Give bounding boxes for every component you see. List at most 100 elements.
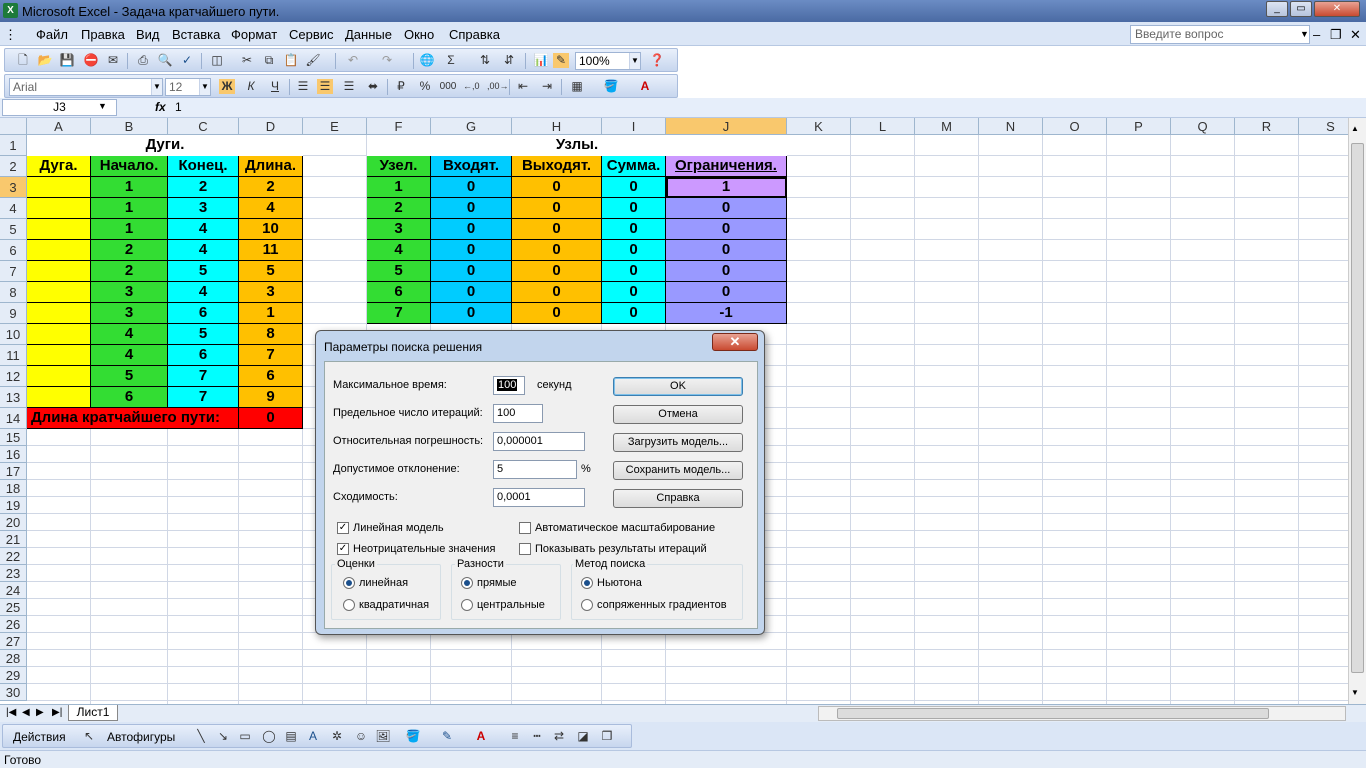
row-header-24[interactable]: 24 — [0, 582, 27, 599]
draw-fill-color-icon[interactable]: 🪣 — [405, 729, 421, 744]
nodes-data-cell[interactable]: 0 — [602, 303, 666, 324]
menu-item-format[interactable]: Формат — [231, 27, 277, 42]
help-button[interactable]: Справка — [613, 489, 743, 508]
nodes-data-cell[interactable]: 0 — [512, 303, 602, 324]
scroll-down-icon[interactable]: ▼ — [1351, 688, 1359, 697]
row-header-4[interactable]: 4 — [0, 198, 27, 219]
arcs-data-cell[interactable]: 4 — [168, 240, 239, 261]
actions-menu[interactable]: Действия — [13, 730, 66, 744]
nodes-data-cell[interactable]: 2 — [367, 198, 431, 219]
convergence-input[interactable]: 0,0001 — [493, 488, 585, 507]
print-icon[interactable]: ⎙ — [135, 53, 151, 68]
picture-icon[interactable]: 🖼 — [375, 729, 391, 744]
wordart-icon[interactable]: A — [305, 729, 321, 744]
arcs-data-cell[interactable]: 10 — [239, 219, 303, 240]
arcs-title-cell[interactable]: Дуги. — [27, 135, 303, 156]
nodes-header-cell[interactable]: Сумма. — [602, 156, 666, 177]
nodes-data-cell[interactable]: 0 — [512, 240, 602, 261]
arcs-data-cell[interactable]: 2 — [91, 261, 168, 282]
row-header-25[interactable]: 25 — [0, 599, 27, 616]
nodes-data-cell[interactable]: 0 — [602, 261, 666, 282]
nodes-data-cell[interactable]: 1 — [666, 177, 787, 198]
arcs-data-cell[interactable]: 6 — [168, 345, 239, 366]
nodes-data-cell[interactable]: 0 — [431, 303, 512, 324]
close-window-button[interactable]: ✕ — [1314, 1, 1360, 17]
nodes-data-cell[interactable]: 0 — [666, 198, 787, 219]
format-painter-icon[interactable]: 🖌 — [305, 53, 321, 68]
arcs-data-cell[interactable]: 5 — [168, 324, 239, 345]
row-header-27[interactable]: 27 — [0, 633, 27, 650]
iterations-input[interactable]: 100 — [493, 404, 543, 423]
nodes-data-cell[interactable]: 7 — [367, 303, 431, 324]
arcs-data-cell[interactable]: 3 — [91, 303, 168, 324]
show-iterations-checkbox[interactable] — [519, 543, 531, 555]
nodes-data-cell[interactable]: 0 — [512, 261, 602, 282]
column-header-r[interactable]: R — [1235, 118, 1299, 135]
nodes-data-cell[interactable]: 3 — [367, 219, 431, 240]
nodes-header-cell[interactable]: Ограничения. — [666, 156, 787, 177]
arcs-data-cell[interactable]: 7 — [239, 345, 303, 366]
column-header-j[interactable]: J — [666, 118, 787, 135]
nodes-header-cell[interactable]: Выходят. — [512, 156, 602, 177]
arcs-data-cell[interactable]: 8 — [239, 324, 303, 345]
menu-item-insert[interactable]: Вставка — [172, 27, 220, 42]
nodes-data-cell[interactable]: 0 — [512, 177, 602, 198]
horizontal-scrollbar[interactable] — [818, 706, 1346, 721]
italic-icon[interactable]: К — [243, 79, 259, 94]
arcs-data-cell[interactable]: 9 — [239, 387, 303, 408]
increase-decimal-icon[interactable]: ←,0 — [463, 79, 480, 94]
font-name-combo[interactable]: Arial ▼ — [9, 78, 163, 96]
open-icon[interactable]: 📂 — [37, 53, 53, 68]
arcs-header-cell[interactable]: Длина. — [239, 156, 303, 177]
row-header-30[interactable]: 30 — [0, 684, 27, 701]
menu-item-view[interactable]: Вид — [136, 27, 160, 42]
first-sheet-icon[interactable]: |◀ — [6, 707, 16, 718]
borders-icon[interactable]: ▦ — [569, 79, 585, 94]
arcs-data-cell[interactable]: 3 — [168, 198, 239, 219]
arcs-data-cell[interactable]: 1 — [91, 177, 168, 198]
column-header-f[interactable]: F — [367, 118, 431, 135]
arrow-icon[interactable]: ↘ — [215, 729, 231, 744]
select-objects-icon[interactable]: ↖ — [81, 729, 97, 744]
thousands-separator-icon[interactable]: 000 — [437, 79, 459, 94]
arcs-data-cell[interactable] — [27, 303, 91, 324]
row-header-13[interactable]: 13 — [0, 387, 27, 408]
save-model-button[interactable]: Сохранить модель... — [613, 461, 743, 480]
doc-minimize-button[interactable]: – — [1313, 27, 1320, 42]
row-header-3[interactable]: 3 — [0, 177, 27, 198]
font-size-combo[interactable]: 12 ▼ — [165, 78, 211, 96]
column-header-d[interactable]: D — [239, 118, 303, 135]
row-header-11[interactable]: 11 — [0, 345, 27, 366]
non-negative-checkbox[interactable]: ✓ — [337, 543, 349, 555]
column-header-k[interactable]: K — [787, 118, 851, 135]
bold-icon[interactable]: Ж — [219, 79, 235, 94]
row-header-19[interactable]: 19 — [0, 497, 27, 514]
percent-icon[interactable]: % — [417, 79, 433, 94]
arcs-header-cell[interactable]: Конец. — [168, 156, 239, 177]
dialog-close-button[interactable]: ✕ — [712, 333, 758, 351]
dash-style-icon[interactable]: ┅ — [529, 729, 545, 744]
arcs-data-cell[interactable] — [27, 198, 91, 219]
max-time-input[interactable]: 100 — [493, 376, 525, 395]
vertical-scrollbar[interactable]: ▲ ▼ — [1348, 118, 1366, 704]
doc-close-button[interactable]: ✕ — [1350, 27, 1361, 43]
column-header-e[interactable]: E — [303, 118, 367, 135]
nodes-header-cell[interactable]: Узел. — [367, 156, 431, 177]
estimates-tangent-radio[interactable] — [343, 577, 355, 589]
arcs-data-cell[interactable]: 6 — [239, 366, 303, 387]
ask-dropdown-icon[interactable]: ▼ — [1300, 29, 1309, 39]
tolerance-input[interactable]: 5 — [493, 460, 577, 479]
column-header-h[interactable]: H — [512, 118, 602, 135]
arcs-data-cell[interactable]: 4 — [168, 219, 239, 240]
linear-model-checkbox[interactable]: ✓ — [337, 522, 349, 534]
line-color-icon[interactable]: ✎ — [439, 729, 455, 744]
search-conjugate-radio[interactable] — [581, 599, 593, 611]
arcs-data-cell[interactable] — [27, 366, 91, 387]
column-header-a[interactable]: A — [27, 118, 91, 135]
row-header-16[interactable]: 16 — [0, 446, 27, 463]
derivatives-forward-radio[interactable] — [461, 577, 473, 589]
formula-input[interactable]: 1 — [175, 100, 182, 114]
menu-item-window[interactable]: Окно — [404, 27, 434, 42]
arcs-data-cell[interactable] — [27, 282, 91, 303]
underline-icon[interactable]: Ч — [267, 79, 283, 94]
